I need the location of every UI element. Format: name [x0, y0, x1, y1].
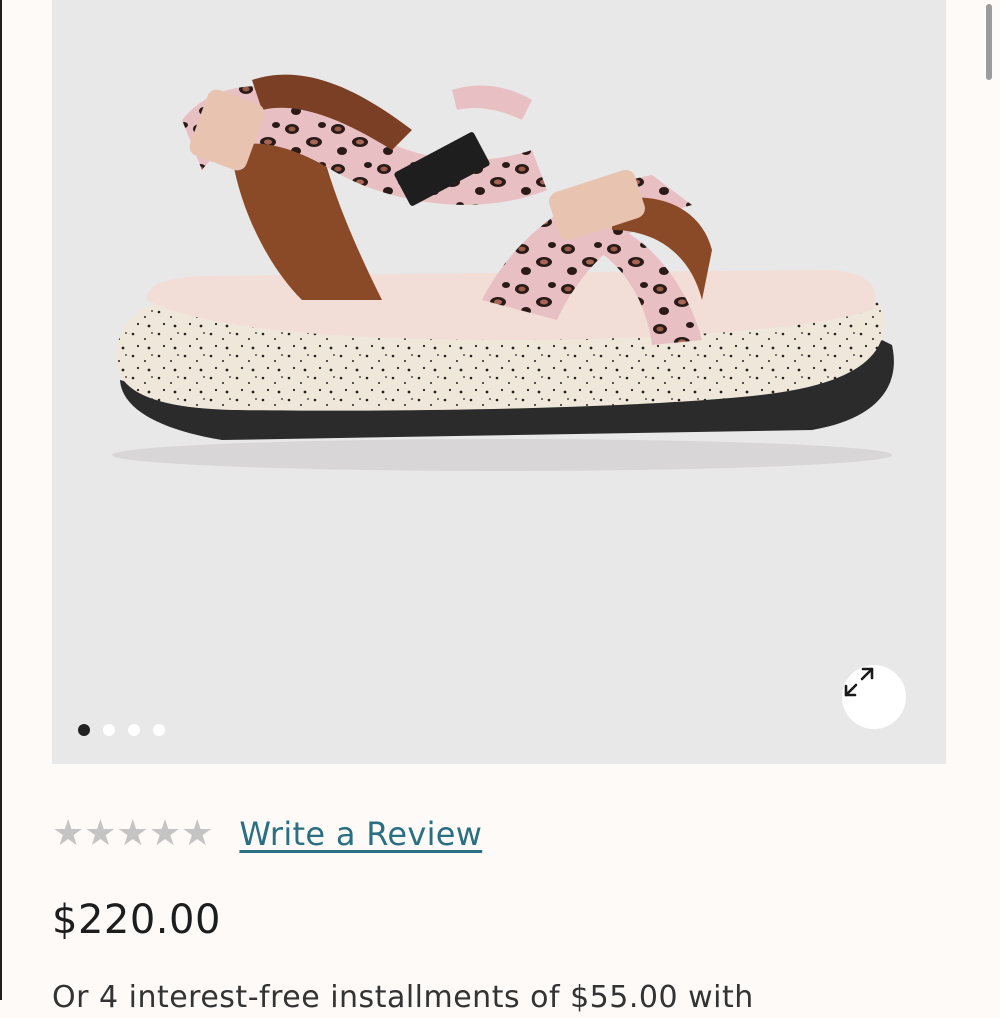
star-icon: ★: [84, 813, 117, 854]
expand-arrows-icon: [844, 667, 874, 697]
star-icon: ★: [52, 813, 85, 854]
write-review-link[interactable]: Write a Review: [239, 810, 482, 858]
star-icon: ★: [116, 813, 149, 854]
gallery-dot-1[interactable]: [78, 724, 90, 736]
gallery-dots: [78, 724, 165, 736]
sandal-image: [112, 74, 894, 471]
star-icon: ★: [181, 813, 214, 854]
expand-image-button[interactable]: [842, 665, 906, 729]
installments-text: Or 4 interest-free installments of $55.0…: [52, 980, 754, 1015]
gallery-dot-3[interactable]: [128, 724, 140, 736]
page-edge: [0, 0, 2, 1000]
scrollbar[interactable]: [986, 4, 992, 80]
product-price: $220.00: [52, 897, 221, 943]
gallery-dot-2[interactable]: [103, 724, 115, 736]
product-rating: ★ ★ ★ ★ ★ Write a Review: [52, 810, 482, 858]
star-icon: ★: [148, 813, 182, 854]
rating-stars: ★ ★ ★ ★ ★: [52, 810, 213, 858]
product-image-gallery[interactable]: [52, 0, 946, 764]
gallery-dot-4[interactable]: [153, 724, 165, 736]
